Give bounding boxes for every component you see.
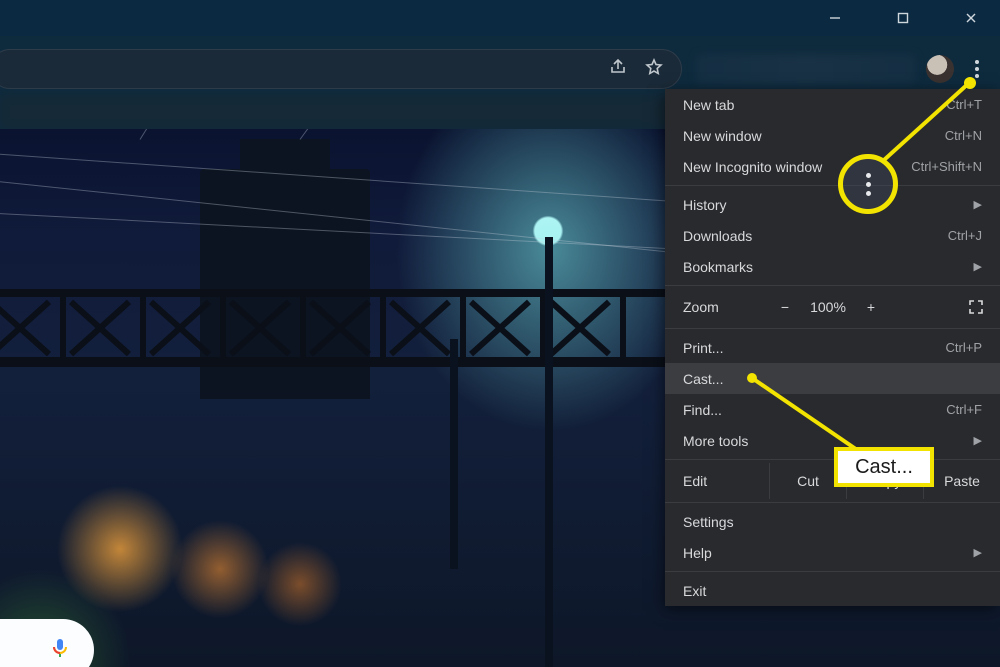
- annotation-lines: [0, 0, 1000, 667]
